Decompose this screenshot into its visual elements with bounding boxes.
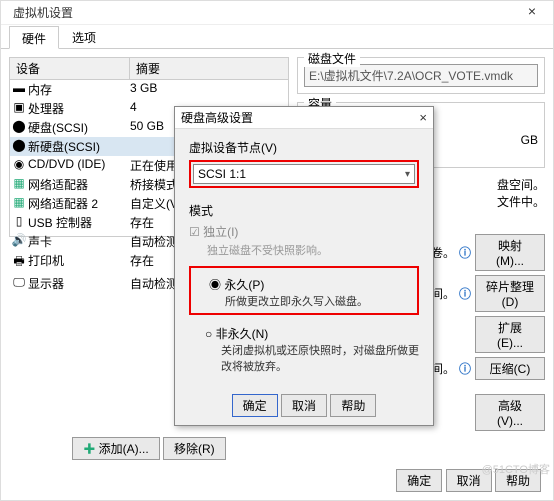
network-icon: ▦ xyxy=(10,195,28,212)
vnode-value: SCSI 1:1 xyxy=(198,167,246,181)
help-button[interactable]: 帮助 xyxy=(330,394,376,417)
network-icon: ▦ xyxy=(10,176,28,193)
tab-hardware[interactable]: 硬件 xyxy=(9,26,59,49)
defrag-button[interactable]: 碎片整理(D) xyxy=(475,275,545,312)
sound-icon: 🔊 xyxy=(10,233,28,250)
group-title: 磁盘文件 xyxy=(304,50,360,67)
titlebar: 虚拟机设置 × xyxy=(1,1,553,25)
disk-icon: ⬤ xyxy=(10,119,28,136)
nonpermanent-radio[interactable]: ○ 非永久(N) xyxy=(205,325,419,342)
disk-file-group: 磁盘文件 E:\虚拟机文件\7.2A\OCR_VOTE.vmdk xyxy=(297,57,545,94)
col-device[interactable]: 设备 xyxy=(10,58,130,79)
disk-icon: ⬤ xyxy=(10,138,28,155)
nonpermanent-desc: 关闭虚拟机或还原快照时，对磁盘所做更改将被放弃。 xyxy=(221,342,419,374)
col-summary[interactable]: 摘要 xyxy=(130,58,288,79)
add-button[interactable]: ✚ 添加(A)... xyxy=(72,437,159,460)
info-icon: ⓘ xyxy=(459,285,471,302)
cd-icon: ◉ xyxy=(10,157,28,174)
device-list-header: 设备 摘要 xyxy=(10,58,288,80)
independent-checkbox[interactable]: ☑ 独立(I) xyxy=(189,223,419,240)
info-icon: ⓘ xyxy=(459,360,471,377)
cpu-icon: ▣ xyxy=(10,100,28,117)
modal-title: 硬盘高级设置 xyxy=(181,109,419,126)
tabs: 硬件 选项 xyxy=(1,25,553,49)
close-icon[interactable]: × xyxy=(419,110,427,125)
permanent-desc: 所做更改立即永久写入磁盘。 xyxy=(225,293,415,309)
expand-button[interactable]: 扩展(E)... xyxy=(475,316,545,353)
mode-label: 模式 xyxy=(189,202,419,219)
tab-options[interactable]: 选项 xyxy=(59,25,109,48)
modal-titlebar: 硬盘高级设置 × xyxy=(175,107,433,129)
disk-advanced-dialog: 硬盘高级设置 × 虚拟设备节点(V) SCSI 1:1 ▾ 模式 ☑ 独立(I)… xyxy=(174,106,434,426)
close-icon[interactable]: × xyxy=(517,3,547,19)
usb-icon: ▯ xyxy=(10,214,28,231)
independent-desc: 独立磁盘不受快照影响。 xyxy=(207,242,419,258)
modal-buttons: 确定 取消 帮助 xyxy=(175,394,433,417)
info-icon: ⓘ xyxy=(459,244,471,261)
disk-path: E:\虚拟机文件\7.2A\OCR_VOTE.vmdk xyxy=(304,64,538,87)
modal-body: 虚拟设备节点(V) SCSI 1:1 ▾ 模式 ☑ 独立(I) 独立磁盘不受快照… xyxy=(175,129,433,384)
watermark: @51CTO博客 xyxy=(482,461,550,477)
device-row[interactable]: ▬内存3 GB xyxy=(10,80,288,99)
ok-button[interactable]: 确定 xyxy=(232,394,278,417)
chevron-down-icon: ▾ xyxy=(405,169,410,180)
cancel-button[interactable]: 取消 xyxy=(281,394,327,417)
compress-button[interactable]: 压缩(C) xyxy=(475,357,545,380)
display-icon: 🖵 xyxy=(10,275,28,292)
vnode-select[interactable]: SCSI 1:1 ▾ xyxy=(193,164,415,184)
advanced-button[interactable]: 高级(V)... xyxy=(475,394,545,431)
plus-icon: ✚ xyxy=(83,442,95,456)
remove-button[interactable]: 移除(R) xyxy=(163,437,226,460)
vnode-label: 虚拟设备节点(V) xyxy=(189,139,419,156)
memory-icon: ▬ xyxy=(10,81,28,98)
permanent-radio[interactable]: ◉ 永久(P) xyxy=(209,276,415,293)
map-button[interactable]: 映射(M)... xyxy=(475,234,545,271)
highlight-vnode: SCSI 1:1 ▾ xyxy=(189,160,419,188)
highlight-permanent: ◉ 永久(P) 所做更改立即永久写入磁盘。 xyxy=(189,266,419,315)
window-title: 虚拟机设置 xyxy=(13,4,73,21)
ok-button[interactable]: 确定 xyxy=(396,469,442,492)
device-buttons: ✚ 添加(A)... 移除(R) xyxy=(9,437,289,460)
printer-icon: 🖶 xyxy=(10,252,28,273)
